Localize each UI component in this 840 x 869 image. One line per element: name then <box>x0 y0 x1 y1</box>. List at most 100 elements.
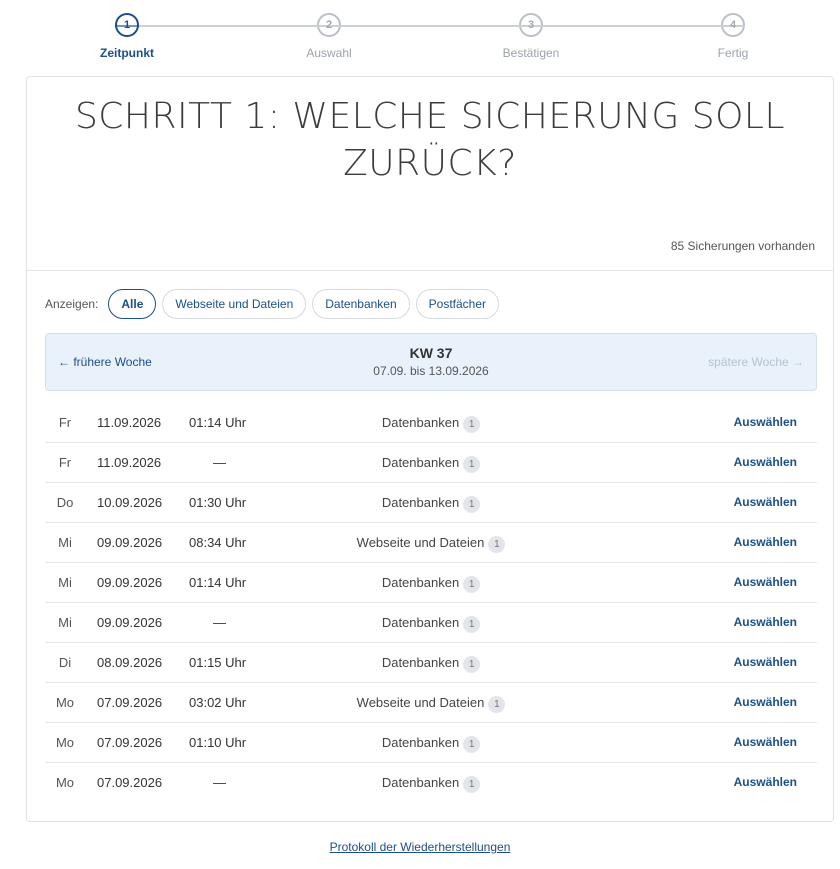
row-date: 09.09.2026 <box>97 615 163 630</box>
row-time: 01:15 Uhr <box>189 655 247 670</box>
row-time: 03:02 Uhr <box>189 695 247 710</box>
backup-row: Mi 09.09.2026 01:14 Uhr Datenbanken 1 Aus… <box>45 563 817 603</box>
row-type: Datenbanken 1 <box>245 495 617 513</box>
backup-row: Di 08.09.2026 01:15 Uhr Datenbanken 1 Aus… <box>45 643 817 683</box>
select-backup-button[interactable]: Auswählen <box>734 735 797 749</box>
card-header: SCHRITT 1: WELCHE SICHERUNG SOLL ZURÜCK?… <box>27 77 833 271</box>
next-week-link: spätere Woche → <box>708 355 804 369</box>
step-number: 4 <box>729 19 737 31</box>
step-zeitpunkt: 1 Zeitpunkt <box>67 13 187 60</box>
row-date: 07.09.2026 <box>97 695 163 710</box>
backup-list: Fr 11.09.2026 01:14 Uhr Datenbanken 1 Aus… <box>45 403 817 803</box>
step-number: 3 <box>527 19 535 31</box>
select-backup-button[interactable]: Auswählen <box>734 535 797 549</box>
row-day: Mi <box>58 535 72 550</box>
row-count-badge: 1 <box>463 736 481 753</box>
row-day: Mo <box>55 775 75 790</box>
row-day: Mo <box>55 695 75 710</box>
restore-log-link[interactable]: Protokoll der Wiederherstellungen <box>330 840 511 854</box>
row-date: 09.09.2026 <box>97 535 163 550</box>
select-backup-button[interactable]: Auswählen <box>734 415 797 429</box>
backup-row: Mo 07.09.2026 03:02 Uhr Webseite und Dat… <box>45 683 817 723</box>
backup-row: Mo 07.09.2026 01:10 Uhr Datenbanken 1 Aus… <box>45 723 817 763</box>
step-label: Fertig <box>717 46 749 60</box>
filter-webseite-button[interactable]: Webseite und Dateien <box>162 289 307 319</box>
row-type-label: Datenbanken <box>381 415 460 430</box>
progress-stepper: 1 Zeitpunkt 2 Auswahl 3 Bestätigen 4 Fer… <box>0 0 840 70</box>
row-type-label: Datenbanken <box>381 575 460 590</box>
page-title: SCHRITT 1: WELCHE SICHERUNG SOLL ZURÜCK? <box>74 96 786 184</box>
row-day: Mi <box>58 615 72 630</box>
select-backup-button[interactable]: Auswählen <box>734 655 797 669</box>
row-day: Do <box>56 495 74 510</box>
step-auswahl: 2 Auswahl <box>269 13 389 60</box>
row-count-badge: 1 <box>463 456 481 473</box>
step-circle: 4 <box>721 13 745 37</box>
row-type-label: Datenbanken <box>381 655 460 670</box>
calendar-week: KW 37 <box>409 345 453 361</box>
row-day: Mi <box>58 575 72 590</box>
step-circle: 3 <box>519 13 543 37</box>
row-day: Mo <box>55 735 75 750</box>
row-count-badge: 1 <box>463 416 481 433</box>
row-count-badge: 1 <box>463 656 481 673</box>
select-backup-button[interactable]: Auswählen <box>734 695 797 709</box>
filter-postfaecher-button[interactable]: Postfächer <box>415 289 500 319</box>
row-type-label: Webseite und Dateien <box>356 535 485 550</box>
row-day: Fr <box>58 455 72 470</box>
step-label: Auswahl <box>306 46 352 60</box>
row-time: 08:34 Uhr <box>189 535 247 550</box>
week-date-range: 07.09. bis 13.09.2026 <box>373 364 489 378</box>
step-label: Bestätigen <box>502 46 560 60</box>
row-count-badge: 1 <box>463 776 481 793</box>
stepper-track <box>127 25 733 27</box>
backup-row: Do 10.09.2026 01:30 Uhr Datenbanken 1 Aus… <box>45 483 817 523</box>
select-backup-button[interactable]: Auswählen <box>734 495 797 509</box>
row-count-badge: 1 <box>488 536 506 553</box>
row-date: 07.09.2026 <box>97 735 163 750</box>
row-count-badge: 1 <box>488 696 506 713</box>
step-circle: 1 <box>115 13 139 37</box>
row-date: 10.09.2026 <box>97 495 163 510</box>
row-day: Fr <box>58 415 72 430</box>
select-backup-button[interactable]: Auswählen <box>734 775 797 789</box>
step-bestaetigen: 3 Bestätigen <box>471 13 591 60</box>
row-date: 11.09.2026 <box>97 455 162 470</box>
step-fertig: 4 Fertig <box>673 13 793 60</box>
row-type-label: Datenbanken <box>381 735 460 750</box>
backup-row: Mi 09.09.2026 — Datenbanken 1 Auswählen <box>45 603 817 643</box>
backup-row: Mo 07.09.2026 — Datenbanken 1 Auswählen <box>45 763 817 803</box>
row-type: Datenbanken 1 <box>245 455 617 473</box>
row-type: Datenbanken 1 <box>245 775 617 793</box>
row-count-badge: 1 <box>463 576 481 593</box>
row-time: 01:14 Uhr <box>189 575 247 590</box>
row-date: 07.09.2026 <box>97 775 163 790</box>
select-backup-button[interactable]: Auswählen <box>734 455 797 469</box>
row-type: Datenbanken 1 <box>245 735 617 753</box>
row-type-label: Datenbanken <box>381 495 460 510</box>
row-time: 01:10 Uhr <box>189 735 247 750</box>
footer: Protokoll der Wiederherstellungen <box>0 840 840 854</box>
select-backup-button[interactable]: Auswählen <box>734 575 797 589</box>
select-backup-button[interactable]: Auswählen <box>734 615 797 629</box>
row-type: Webseite und Dateien 1 <box>245 695 617 713</box>
backup-row: Fr 11.09.2026 — Datenbanken 1 Auswählen <box>45 443 817 483</box>
step-circle: 2 <box>317 13 341 37</box>
filter-alle-button[interactable]: Alle <box>108 289 157 319</box>
row-type: Webseite und Dateien 1 <box>245 535 617 553</box>
filter-datenbanken-button[interactable]: Datenbanken <box>312 289 410 319</box>
row-date: 09.09.2026 <box>97 575 163 590</box>
row-type: Datenbanken 1 <box>245 615 617 633</box>
week-info: KW 37 07.09. bis 13.09.2026 <box>46 345 816 378</box>
row-time: 01:30 Uhr <box>189 495 247 510</box>
row-type-label: Datenbanken <box>381 455 460 470</box>
row-date: 11.09.2026 <box>97 415 162 430</box>
row-type-label: Datenbanken <box>381 615 460 630</box>
backup-selection-card: SCHRITT 1: WELCHE SICHERUNG SOLL ZURÜCK?… <box>26 76 834 822</box>
row-count-badge: 1 <box>463 616 481 633</box>
row-type: Datenbanken 1 <box>245 655 617 673</box>
backup-row: Mi 09.09.2026 08:34 Uhr Webseite und Dat… <box>45 523 817 563</box>
step-number: 2 <box>325 19 333 31</box>
step-number: 1 <box>123 19 131 31</box>
backup-row: Fr 11.09.2026 01:14 Uhr Datenbanken 1 Aus… <box>45 403 817 443</box>
